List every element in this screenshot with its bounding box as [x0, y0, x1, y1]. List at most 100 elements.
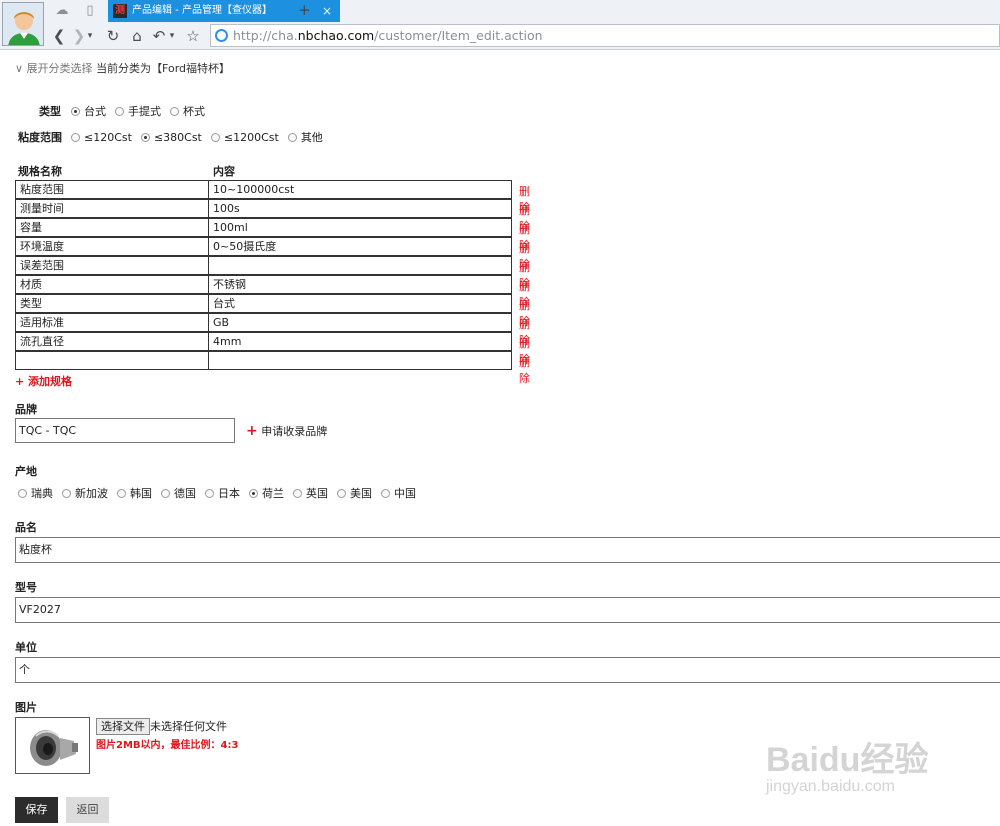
origin-radio[interactable] — [293, 488, 302, 498]
origin-option[interactable]: 荷兰 — [249, 485, 284, 501]
spec-name-input[interactable]: 流孔直径 — [15, 332, 209, 351]
tab-strip: ☁ ▯ 测 产品编辑 - 产品管理【查仪器】 × + — [46, 0, 1000, 22]
unit-label: 单位 — [15, 641, 37, 654]
spec-name-input[interactable]: 粘度范围 — [15, 180, 209, 199]
viscosity-radio[interactable] — [140, 132, 150, 142]
spec-header-name: 规格名称 — [18, 165, 62, 178]
origin-radio[interactable] — [381, 488, 390, 498]
origin-radio[interactable] — [62, 488, 71, 498]
origin-radio[interactable] — [249, 488, 258, 498]
type-radio[interactable] — [170, 106, 179, 116]
brand-input[interactable]: TQC - TQC — [15, 418, 235, 443]
viscosity-radio[interactable] — [71, 132, 80, 142]
spec-name-input[interactable]: 容量 — [15, 218, 209, 237]
type-option-label: 杯式 — [183, 105, 205, 118]
viscosity-option-label: ≤380Cst — [153, 130, 202, 144]
spec-name-input[interactable]: 环境温度 — [15, 237, 209, 256]
origin-option-label: 中国 — [394, 487, 416, 500]
spec-content-input[interactable] — [208, 351, 512, 370]
spec-content-input[interactable]: GB — [208, 313, 512, 332]
add-spec-link[interactable]: + 添加规格 — [15, 373, 72, 389]
origin-radio[interactable] — [205, 488, 214, 498]
spec-content-input[interactable] — [208, 256, 512, 275]
cloud-icon[interactable]: ☁ — [54, 3, 70, 19]
spec-delete-link[interactable]: 删除 — [519, 354, 530, 386]
url-path: /customer/Item_edit.action — [374, 28, 543, 43]
origin-radio[interactable] — [337, 488, 346, 498]
type-option[interactable]: 杯式 — [170, 103, 205, 119]
browser-chrome: ☁ ▯ 测 产品编辑 - 产品管理【查仪器】 × + ❮ ❯ ▾ ↻ ⌂ ↶ ▾… — [0, 0, 1000, 50]
request-brand-link[interactable]: + 申请收录品牌 — [246, 423, 327, 439]
spec-name-input[interactable]: 类型 — [15, 294, 209, 313]
image-hint-text: 图片2MB以内，最佳比例：4:3 — [96, 740, 239, 751]
product-name-label: 品名 — [15, 521, 37, 534]
history-dropdown-icon[interactable]: ▾ — [86, 26, 94, 46]
origin-radio[interactable] — [18, 488, 27, 498]
type-radio[interactable] — [71, 106, 80, 116]
origin-option-label: 德国 — [174, 487, 196, 500]
address-bar[interactable]: http://cha.nbchao.com/customer/Item_edit… — [210, 24, 1000, 47]
origin-label: 产地 — [15, 465, 37, 478]
type-option[interactable]: 台式 — [71, 103, 106, 119]
watermark-main: Baidu经验 — [766, 741, 929, 779]
origin-option[interactable]: 英国 — [293, 485, 328, 501]
spec-content-input[interactable]: 台式 — [208, 294, 512, 313]
viscosity-option[interactable]: ≤380Cst — [140, 130, 202, 144]
spec-name-input[interactable]: 测量时间 — [15, 199, 209, 218]
spec-name-input[interactable]: 材质 — [15, 275, 209, 294]
url-prefix: http://cha. — [233, 28, 298, 43]
viscosity-radio[interactable] — [210, 132, 220, 142]
product-name-input[interactable]: 粘度杯 — [15, 537, 1000, 563]
spec-content-input[interactable]: 4mm — [208, 332, 512, 351]
model-label: 型号 — [15, 581, 37, 594]
origin-option[interactable]: 美国 — [337, 485, 372, 501]
viscosity-option[interactable]: ≤120Cst — [71, 131, 132, 144]
origin-option[interactable]: 瑞典 — [18, 485, 53, 501]
expand-category-link[interactable]: ∨ 展开分类选择 — [15, 62, 93, 75]
model-input[interactable]: VF2027 — [15, 597, 1000, 623]
spec-content-input[interactable]: 0~50摄氏度 — [208, 237, 512, 256]
unit-input[interactable]: 个 — [15, 657, 1000, 683]
viscosity-radio[interactable] — [287, 132, 297, 142]
spec-content-input[interactable]: 100ml — [208, 218, 512, 237]
type-radio[interactable] — [115, 106, 124, 116]
save-button[interactable]: 保存 — [15, 797, 58, 823]
user-avatar[interactable] — [2, 2, 44, 46]
star-icon[interactable]: ☆ — [184, 26, 202, 46]
type-label: 类型 — [39, 105, 61, 118]
origin-option-label: 美国 — [350, 487, 372, 500]
watermark-sub: jingyan.baidu.com — [766, 778, 895, 795]
origin-radio[interactable] — [117, 488, 126, 498]
choose-file-button[interactable]: 选择文件 — [96, 718, 150, 735]
back-button[interactable]: 返回 — [66, 797, 109, 823]
spec-name-input[interactable]: 适用标准 — [15, 313, 209, 332]
image-label: 图片 — [15, 701, 37, 714]
origin-option[interactable]: 日本 — [205, 485, 240, 501]
back-arrow-icon[interactable]: ❮ — [50, 26, 68, 46]
document-icon[interactable]: ▯ — [82, 3, 98, 19]
origin-option[interactable]: 德国 — [161, 485, 196, 501]
viscosity-option-label: ≤1200Cst — [223, 130, 279, 144]
product-image-thumbnail — [15, 717, 90, 774]
undo-icon[interactable]: ↶ — [150, 26, 168, 46]
new-tab-button[interactable]: + — [298, 1, 311, 19]
spec-content-input[interactable]: 100s — [208, 199, 512, 218]
viscosity-radio-group: ≤120Cst ≤380Cst ≤1200Cst 其他 — [71, 129, 332, 145]
viscosity-option[interactable]: 其他 — [287, 129, 323, 145]
origin-option[interactable]: 韩国 — [117, 485, 152, 501]
origin-option[interactable]: 新加波 — [62, 485, 108, 501]
origin-radio[interactable] — [161, 488, 170, 498]
origin-option-label: 韩国 — [130, 487, 152, 500]
spec-content-input[interactable]: 不锈钢 — [208, 275, 512, 294]
origin-option-label: 英国 — [306, 487, 328, 500]
type-option[interactable]: 手提式 — [115, 103, 161, 119]
spec-content-input[interactable]: 10~100000cst — [208, 180, 512, 199]
spec-name-input[interactable]: 误差范围 — [15, 256, 209, 275]
undo-dropdown-icon[interactable]: ▾ — [168, 26, 176, 46]
tab-close-icon[interactable]: × — [322, 0, 332, 22]
origin-option[interactable]: 中国 — [381, 485, 416, 501]
viscosity-option[interactable]: ≤1200Cst — [210, 130, 279, 144]
spec-name-input[interactable] — [15, 351, 209, 370]
refresh-icon[interactable]: ↻ — [104, 26, 122, 46]
home-icon[interactable]: ⌂ — [128, 26, 146, 46]
